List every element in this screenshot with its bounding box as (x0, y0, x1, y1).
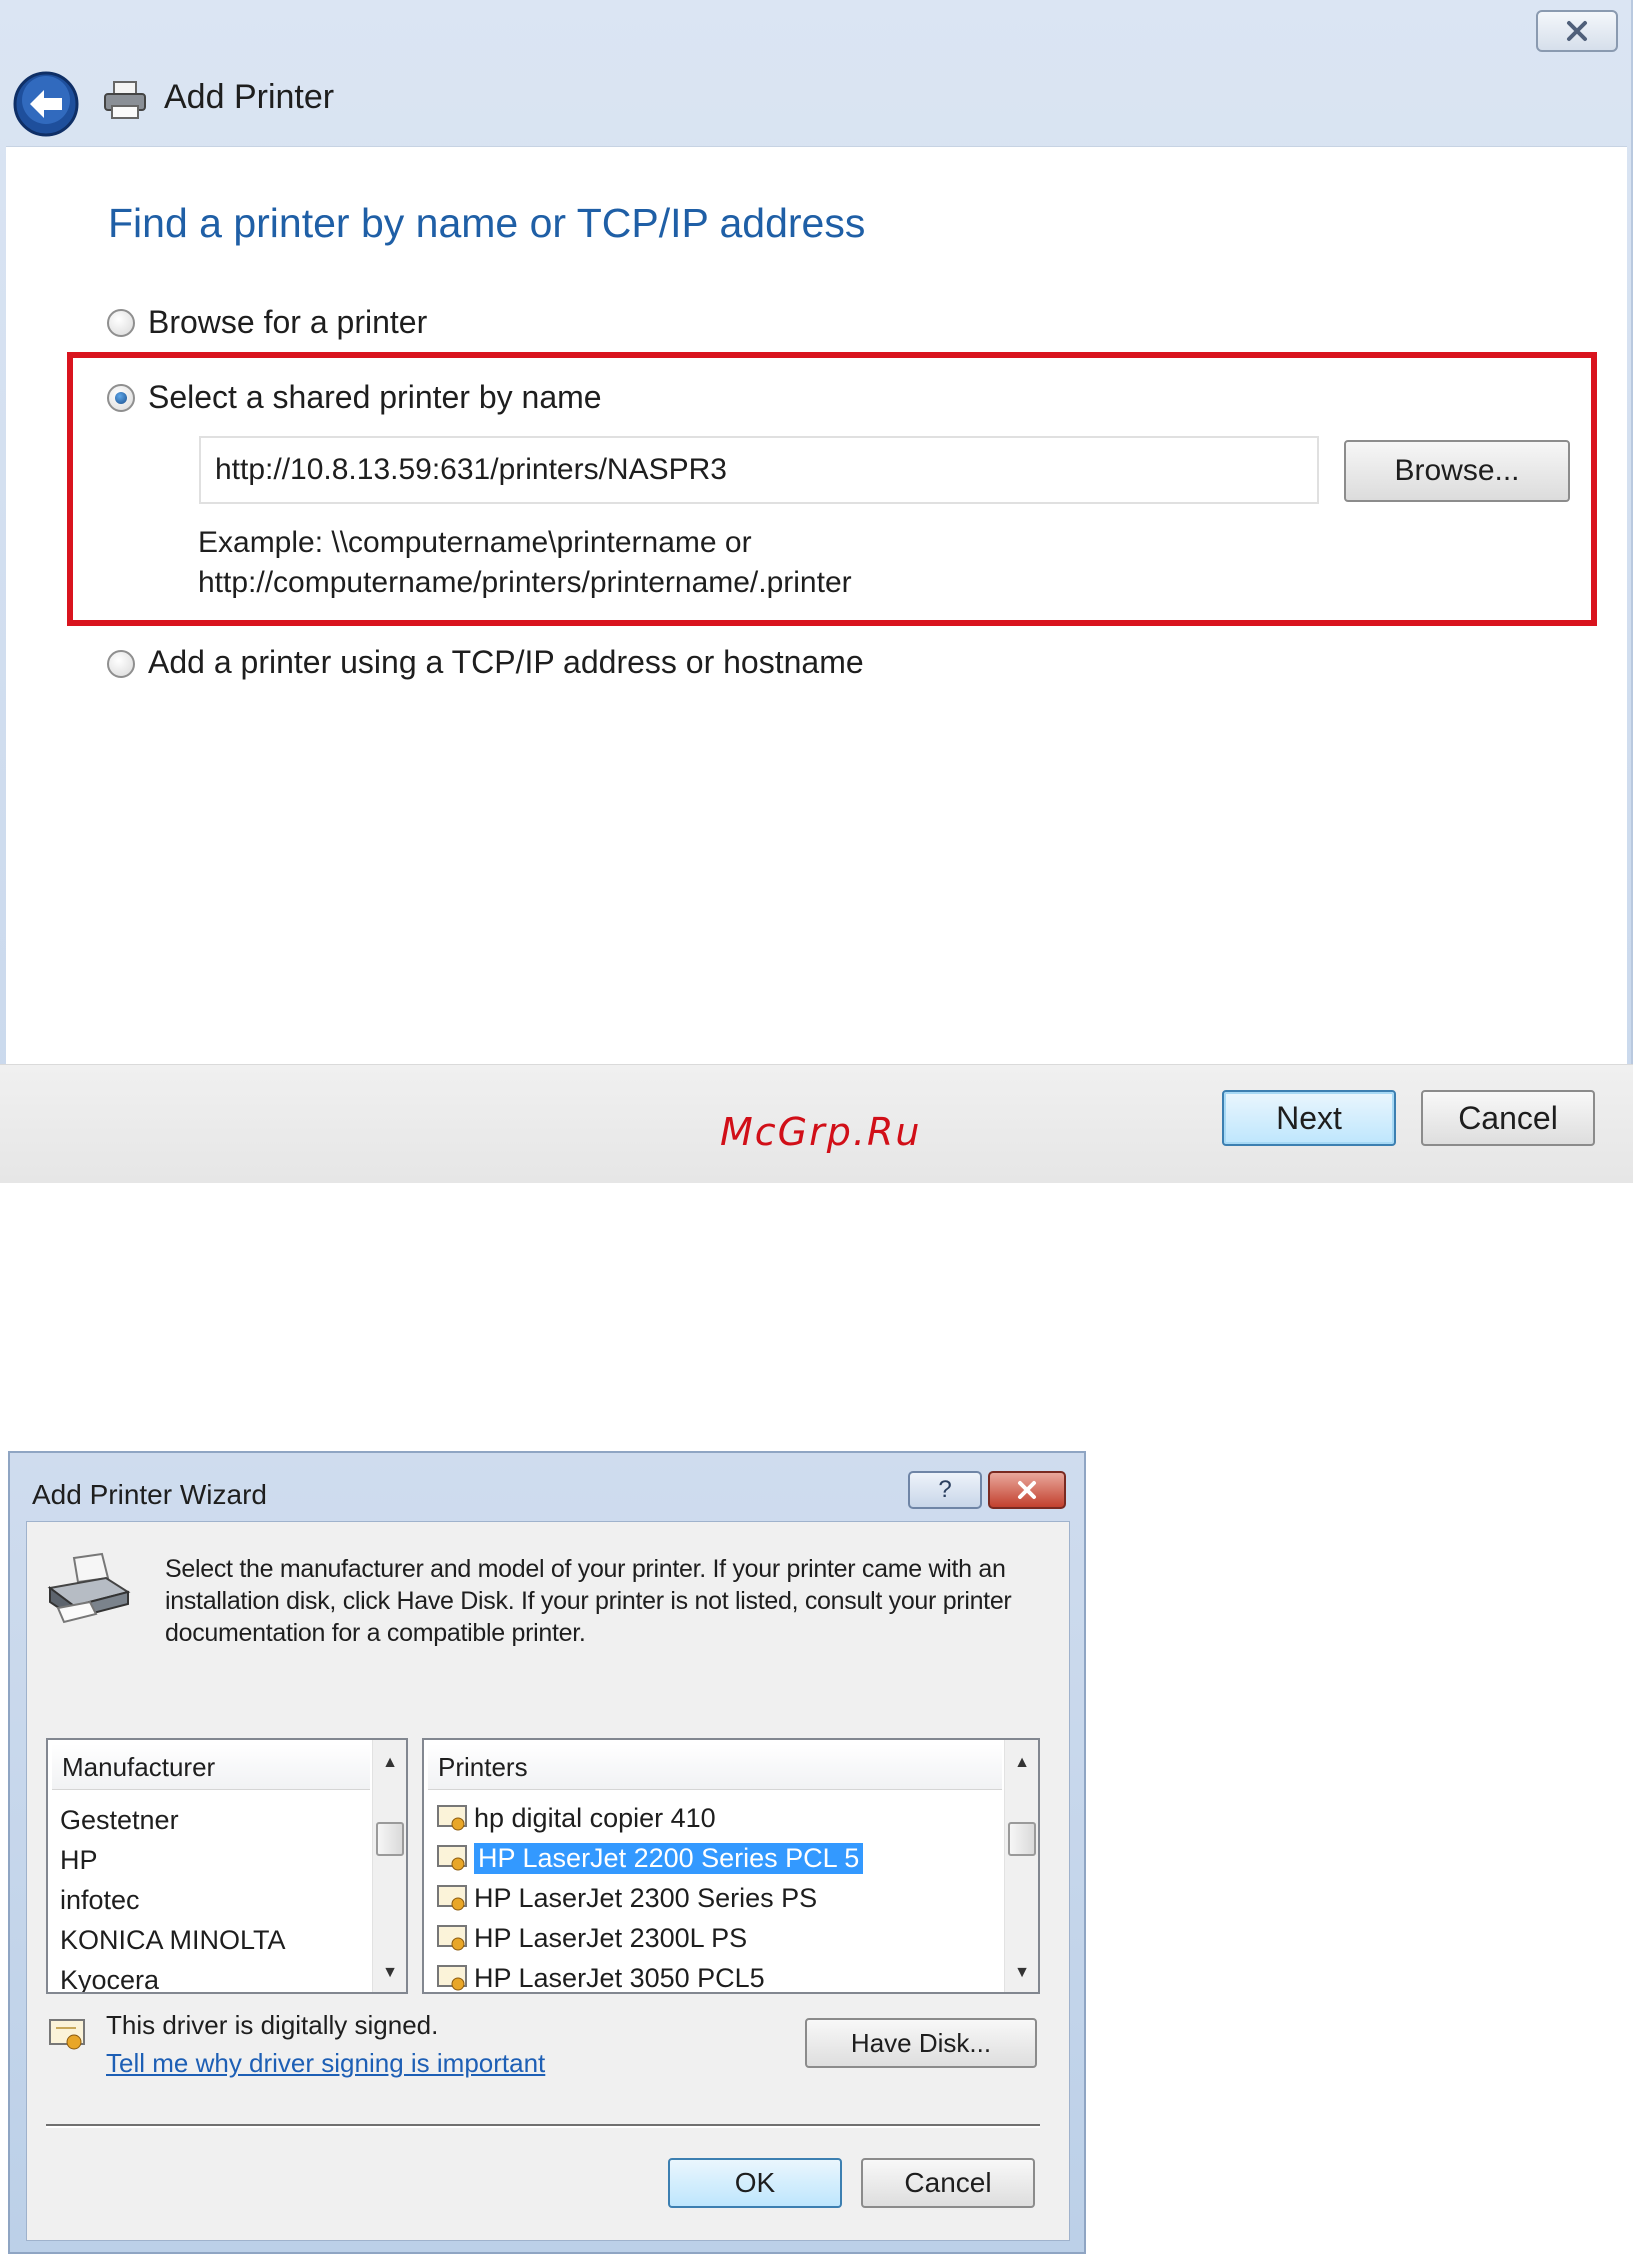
driver-certificate-icon (437, 1805, 467, 1831)
close-icon (1567, 21, 1587, 41)
printer-name: HP LaserJet 3050 PCL5 (474, 1962, 765, 1993)
manufacturer-list[interactable]: Manufacturer Gestetner HP infotec KONICA… (46, 1738, 408, 1994)
scroll-thumb[interactable] (376, 1822, 404, 1856)
radio-shared-label: Select a shared printer by name (148, 379, 602, 415)
back-arrow-icon[interactable] (12, 70, 80, 138)
window-title: Add Printer (164, 78, 335, 116)
printer-item[interactable]: HP LaserJet 2300 Series PS (436, 1880, 817, 1916)
printer-item[interactable]: HP LaserJet 3050 PCL5 (436, 1960, 765, 1993)
example-text-line1: Example: \\computername\printername or (198, 526, 752, 559)
printers-scrollbar[interactable]: ▲ ▼ (1004, 1740, 1038, 1992)
printer-icon (104, 81, 146, 119)
driver-certificate-icon (437, 1925, 467, 1951)
list-item[interactable]: KONICA MINOLTA (60, 1922, 286, 1958)
instructions-text: Select the manufacturer and model of you… (165, 1555, 1012, 1647)
radio-browse-label: Browse for a printer (148, 304, 428, 340)
watermark: McGrp.Ru (720, 1110, 922, 1154)
driver-certificate-icon (437, 1965, 467, 1991)
printers-header[interactable]: Printers (428, 1744, 1002, 1790)
driver-certificate-icon (437, 1845, 467, 1871)
printer-item[interactable]: hp digital copier 410 (436, 1800, 716, 1836)
radio-shared-printer[interactable] (107, 384, 135, 412)
printer-name: HP LaserJet 2200 Series PCL 5 (474, 1842, 864, 1874)
divider (46, 2124, 1040, 2128)
signed-driver-icon (49, 2019, 85, 2050)
close-button[interactable] (1536, 10, 1618, 52)
close-icon (1018, 1481, 1036, 1499)
have-disk-button[interactable]: Have Disk... (805, 2018, 1037, 2068)
manufacturer-header[interactable]: Manufacturer (52, 1744, 370, 1790)
list-item[interactable]: HP (60, 1842, 98, 1878)
page-heading: Find a printer by name or TCP/IP address (108, 200, 866, 246)
list-item[interactable]: Gestetner (60, 1802, 179, 1838)
cancel-button[interactable]: Cancel (1421, 1090, 1595, 1146)
radio-browse-printer[interactable] (107, 309, 135, 337)
list-item[interactable]: Kyocera (60, 1962, 159, 1992)
shared-printer-input[interactable]: http://10.8.13.59:631/printers/NASPR3 (199, 436, 1319, 504)
scroll-down-icon[interactable]: ▼ (1005, 1958, 1038, 1988)
radio-tcpip-label: Add a printer using a TCP/IP address or … (148, 644, 864, 680)
scroll-up-icon[interactable]: ▲ (1005, 1748, 1038, 1778)
next-button[interactable]: Next (1222, 1090, 1396, 1146)
ok-button[interactable]: OK (668, 2158, 842, 2208)
browse-button[interactable]: Browse... (1344, 440, 1570, 502)
add-printer-window: Add Printer Find a printer by name or TC… (0, 0, 1633, 1183)
scroll-down-icon[interactable]: ▼ (373, 1958, 406, 1988)
window-title: Add Printer Wizard (32, 1479, 267, 1510)
close-button[interactable] (988, 1471, 1066, 1509)
printer-wizard-icon (47, 1552, 131, 1624)
printer-name: hp digital copier 410 (474, 1802, 716, 1833)
printer-item[interactable]: HP LaserJet 2300L PS (436, 1920, 747, 1956)
printers-list[interactable]: Printers hp digital copier 410 HP LaserJ… (422, 1738, 1040, 1994)
list-item[interactable]: infotec (60, 1882, 140, 1918)
scroll-up-icon[interactable]: ▲ (373, 1748, 406, 1778)
driver-signing-link[interactable]: Tell me why driver signing is important (106, 2048, 545, 2079)
driver-certificate-icon (437, 1885, 467, 1911)
example-text-line2: http://computername/printers/printername… (198, 566, 852, 599)
cancel-button[interactable]: Cancel (861, 2158, 1035, 2208)
manufacturer-scrollbar[interactable]: ▲ ▼ (372, 1740, 406, 1992)
printer-name: HP LaserJet 2300 Series PS (474, 1882, 818, 1913)
printer-item-selected[interactable]: HP LaserJet 2200 Series PCL 5 (436, 1840, 864, 1876)
radio-tcpip[interactable] (107, 650, 135, 678)
scroll-thumb[interactable] (1008, 1822, 1036, 1856)
printer-name: HP LaserJet 2300L PS (474, 1922, 748, 1953)
help-button[interactable]: ? (908, 1471, 982, 1509)
signed-status-text: This driver is digitally signed. (106, 2010, 439, 2040)
